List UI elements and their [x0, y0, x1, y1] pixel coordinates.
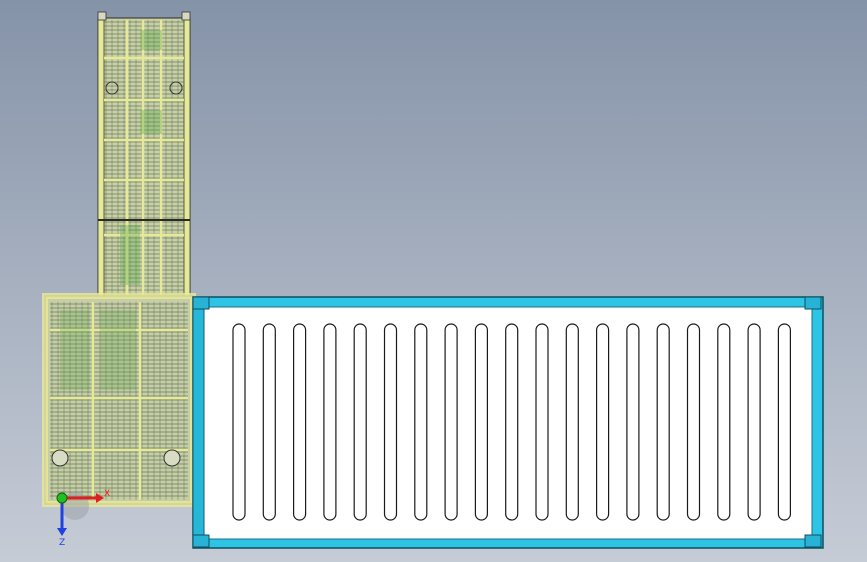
- conveyor-accent-panel: [140, 110, 162, 134]
- container-slot: [383, 323, 398, 521]
- container-door-post: [192, 306, 205, 540]
- caster-wheel-right-icon: [163, 449, 181, 467]
- container-slot: [353, 323, 367, 521]
- shipping-container[interactable]: [192, 296, 824, 549]
- container-slot: [565, 323, 579, 521]
- container-slot: [262, 323, 276, 521]
- triad-x-label: X: [104, 489, 110, 499]
- triad-origin: [56, 492, 68, 504]
- caster-wheel-left-icon: [51, 449, 69, 467]
- corner-casting-top-right: [804, 296, 822, 310]
- conveyor-end-bracket-left: [97, 11, 107, 21]
- conveyor-accent-panel: [120, 225, 140, 285]
- corner-casting-bottom-right: [804, 534, 822, 548]
- container-slot: [747, 323, 761, 521]
- container-slot: [505, 323, 519, 521]
- triad-z-arrowhead-icon: [57, 528, 67, 536]
- container-slot: [777, 323, 792, 521]
- conveyor-rail-right: [183, 17, 191, 299]
- container-slot: [626, 323, 640, 521]
- container-slot: [323, 323, 337, 521]
- conveyor-rail-left: [97, 17, 105, 299]
- container-slot: [717, 323, 731, 521]
- corner-casting-bottom-left: [192, 534, 210, 548]
- cad-viewport[interactable]: X Z: [0, 0, 867, 562]
- container-slot: [293, 323, 307, 521]
- container-slot: [232, 323, 246, 521]
- container-slot: [656, 323, 670, 521]
- container-slot: [535, 323, 549, 521]
- base-accent-panel: [60, 310, 90, 390]
- corner-casting-top-left: [192, 296, 210, 310]
- triad-z-label: Z: [59, 538, 65, 548]
- base-accent-panel: [100, 310, 136, 390]
- container-slot: [595, 323, 610, 521]
- container-slot: [686, 323, 701, 521]
- container-slot: [414, 323, 428, 521]
- container-slot: [474, 323, 488, 521]
- conveyor-assembly[interactable]: [97, 11, 191, 299]
- conveyor-end-bracket-right: [181, 11, 191, 21]
- conveyor-accent-panel: [140, 30, 162, 50]
- base-frame-assembly[interactable]: [42, 293, 196, 507]
- container-slot: [444, 323, 458, 521]
- coordinate-triad: X Z: [56, 489, 110, 548]
